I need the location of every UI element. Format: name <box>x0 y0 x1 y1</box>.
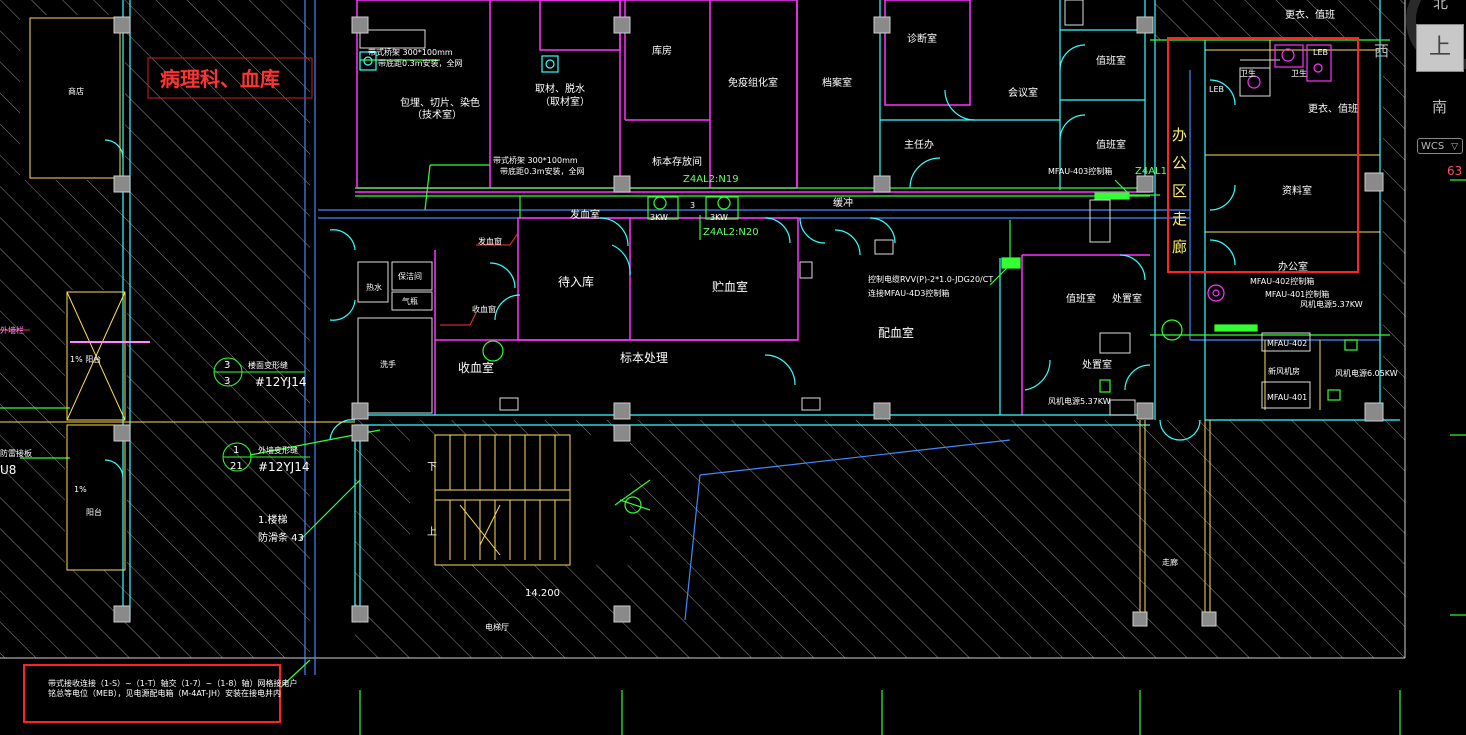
north-label[interactable]: 北 <box>1433 0 1448 13</box>
svg-text:风机电源5.37KW: 风机电源5.37KW <box>1300 299 1363 309</box>
svg-text:Z4AL1: Z4AL1 <box>1135 166 1167 177</box>
west-label[interactable]: 西 <box>1374 40 1389 61</box>
svg-text:3KW: 3KW <box>710 213 728 222</box>
svg-text:Z4AL2:N19: Z4AL2:N19 <box>683 174 739 185</box>
svg-text:诊断室: 诊断室 <box>907 32 937 45</box>
svg-text:#12YJ14: #12YJ14 <box>255 375 306 389</box>
svg-text:防滑条 43: 防滑条 43 <box>258 531 304 544</box>
svg-text:商店: 商店 <box>68 86 84 96</box>
svg-text:LEB: LEB <box>1313 48 1328 57</box>
svg-text:处置室: 处置室 <box>1112 292 1142 305</box>
svg-text:更衣、值班: 更衣、值班 <box>1285 8 1335 21</box>
svg-text:3: 3 <box>224 360 230 371</box>
svg-text:标本存放间: 标本存放间 <box>652 155 702 168</box>
note-text: 带式接收连接（1-S）~（1-T）轴交（1-7）~（1-8）轴）网格接电户 铭总… <box>48 678 297 698</box>
svg-text:卫生: 卫生 <box>1240 68 1256 78</box>
svg-text:值班室: 值班室 <box>1096 54 1126 67</box>
svg-text:热水: 热水 <box>366 282 382 292</box>
svg-text:带底距0.3m安装，全网: 带底距0.3m安装，全网 <box>378 58 463 68</box>
svg-text:新风机房: 新风机房 <box>1268 366 1300 376</box>
svg-text:档案室: 档案室 <box>822 76 852 89</box>
svg-text:14.200: 14.200 <box>525 588 560 599</box>
svg-text:收血室: 收血室 <box>458 360 494 375</box>
svg-text:公: 公 <box>1172 154 1187 172</box>
svg-text:1.楼梯: 1.楼梯 <box>258 513 288 526</box>
svg-text:办: 办 <box>1172 126 1187 144</box>
svg-text:外墙栏: 外墙栏 <box>0 325 24 335</box>
svg-text:MFAU-401控制箱: MFAU-401控制箱 <box>1265 289 1329 299</box>
svg-text:更衣、值班: 更衣、值班 <box>1308 102 1358 115</box>
svg-text:发血室: 发血室 <box>570 208 600 221</box>
svg-text:保洁间: 保洁间 <box>398 271 422 281</box>
svg-text:带底距0.3m安装，全网: 带底距0.3m安装，全网 <box>500 166 585 176</box>
svg-text:1% 阳台: 1% 阳台 <box>70 354 101 364</box>
svg-text:包埋、切片、染色: 包埋、切片、染色 <box>400 96 480 109</box>
svg-text:值班室: 值班室 <box>1096 138 1126 151</box>
svg-text:免疫组化室: 免疫组化室 <box>728 76 778 89</box>
svg-text:（技术室）: （技术室） <box>412 108 462 121</box>
department-title: 病理科、血库 <box>160 67 280 91</box>
svg-text:MFAU-402: MFAU-402 <box>1267 339 1307 348</box>
svg-text:风机电源5.37KW: 风机电源5.37KW <box>1048 396 1111 406</box>
svg-text:LEB: LEB <box>1209 85 1224 94</box>
svg-text:廊: 廊 <box>1172 238 1187 256</box>
svg-text:MFAU-401: MFAU-401 <box>1267 393 1307 402</box>
svg-text:铭总等电位（MEB），见电源配电箱（M-4AT-JH）安装在: 铭总等电位（MEB），见电源配电箱（M-4AT-JH）安装在接电井内 <box>48 688 281 698</box>
svg-text:库房: 库房 <box>652 44 672 57</box>
svg-text:电梯厅: 电梯厅 <box>485 622 509 632</box>
svg-text:21: 21 <box>230 461 243 472</box>
svg-text:走: 走 <box>1172 210 1187 228</box>
svg-text:外墙变形缝: 外墙变形缝 <box>258 445 298 455</box>
svg-text:待入库: 待入库 <box>558 274 594 289</box>
svg-text:下: 下 <box>427 462 437 473</box>
svg-text:MFAU-402控制箱: MFAU-402控制箱 <box>1250 276 1314 286</box>
svg-text:带式桥架 300*100mm: 带式桥架 300*100mm <box>368 47 453 57</box>
svg-text:标本处理: 标本处理 <box>620 351 668 365</box>
svg-text:卫生: 卫生 <box>1291 68 1307 78</box>
svg-text:MFAU-403控制箱: MFAU-403控制箱 <box>1048 166 1112 176</box>
svg-text:主任办: 主任办 <box>904 138 934 151</box>
svg-text:3: 3 <box>690 201 695 210</box>
svg-text:风机电源6.05KW: 风机电源6.05KW <box>1335 368 1398 378</box>
svg-text:贮血室: 贮血室 <box>712 279 748 294</box>
svg-text:阳台: 阳台 <box>86 507 102 517</box>
svg-text:#12YJ14: #12YJ14 <box>258 460 309 474</box>
cad-drawing-canvas[interactable]: 病理科、血库 办 公 区 走 廊 带式接收连接（1-S）~（1-T）轴交（1-7… <box>0 0 1466 735</box>
svg-text:办公室: 办公室 <box>1278 260 1308 273</box>
svg-text:缓冲: 缓冲 <box>833 196 853 209</box>
south-label[interactable]: 南 <box>1432 96 1447 117</box>
wcs-label: WCS <box>1421 141 1445 152</box>
svg-text:Z4AL2:N20: Z4AL2:N20 <box>703 227 759 238</box>
svg-text:发血窗: 发血窗 <box>478 236 502 246</box>
svg-text:上: 上 <box>427 526 437 538</box>
svg-text:洗手: 洗手 <box>380 359 396 369</box>
svg-text:会议室: 会议室 <box>1008 86 1038 99</box>
svg-text:防雷接板: 防雷接板 <box>0 448 32 458</box>
svg-text:处置室: 处置室 <box>1082 358 1112 371</box>
view-cube-top-face[interactable]: 上 <box>1416 24 1464 72</box>
svg-text:气瓶: 气瓶 <box>402 296 418 306</box>
svg-text:1: 1 <box>233 445 239 456</box>
svg-text:1%: 1% <box>74 485 87 494</box>
chevron-down-icon: ▽ <box>1451 142 1458 152</box>
svg-text:3KW: 3KW <box>650 213 668 222</box>
coordinate-readout: 63 <box>1447 164 1463 178</box>
svg-text:U8: U8 <box>0 463 16 477</box>
svg-text:3: 3 <box>224 376 230 387</box>
view-cube[interactable]: 北 西 上 南 <box>1374 0 1466 130</box>
svg-text:配血室: 配血室 <box>878 325 914 340</box>
svg-text:连接MFAU-4D3控制箱: 连接MFAU-4D3控制箱 <box>868 288 949 298</box>
svg-text:带式桥架 300*100mm: 带式桥架 300*100mm <box>493 155 578 165</box>
svg-text:走廊: 走廊 <box>1162 557 1178 567</box>
svg-text:取材、脱水: 取材、脱水 <box>535 82 585 95</box>
svg-text:带式接收连接（1-S）~（1-T）轴交（1-7）~（1-8）: 带式接收连接（1-S）~（1-T）轴交（1-7）~（1-8）轴）网格接电户 <box>48 678 297 688</box>
svg-text:控制电缆RVV(P)-2*1.0-JDG20/CT: 控制电缆RVV(P)-2*1.0-JDG20/CT <box>868 274 993 284</box>
svg-text:楼面变形缝: 楼面变形缝 <box>248 360 288 370</box>
svg-text:收血窗: 收血窗 <box>472 304 496 314</box>
svg-text:资料室: 资料室 <box>1282 184 1312 197</box>
wcs-dropdown[interactable]: WCS ▽ <box>1417 138 1463 154</box>
svg-text:区: 区 <box>1172 182 1187 200</box>
svg-text:（取材室）: （取材室） <box>540 95 590 108</box>
svg-text:值班室: 值班室 <box>1066 292 1096 305</box>
